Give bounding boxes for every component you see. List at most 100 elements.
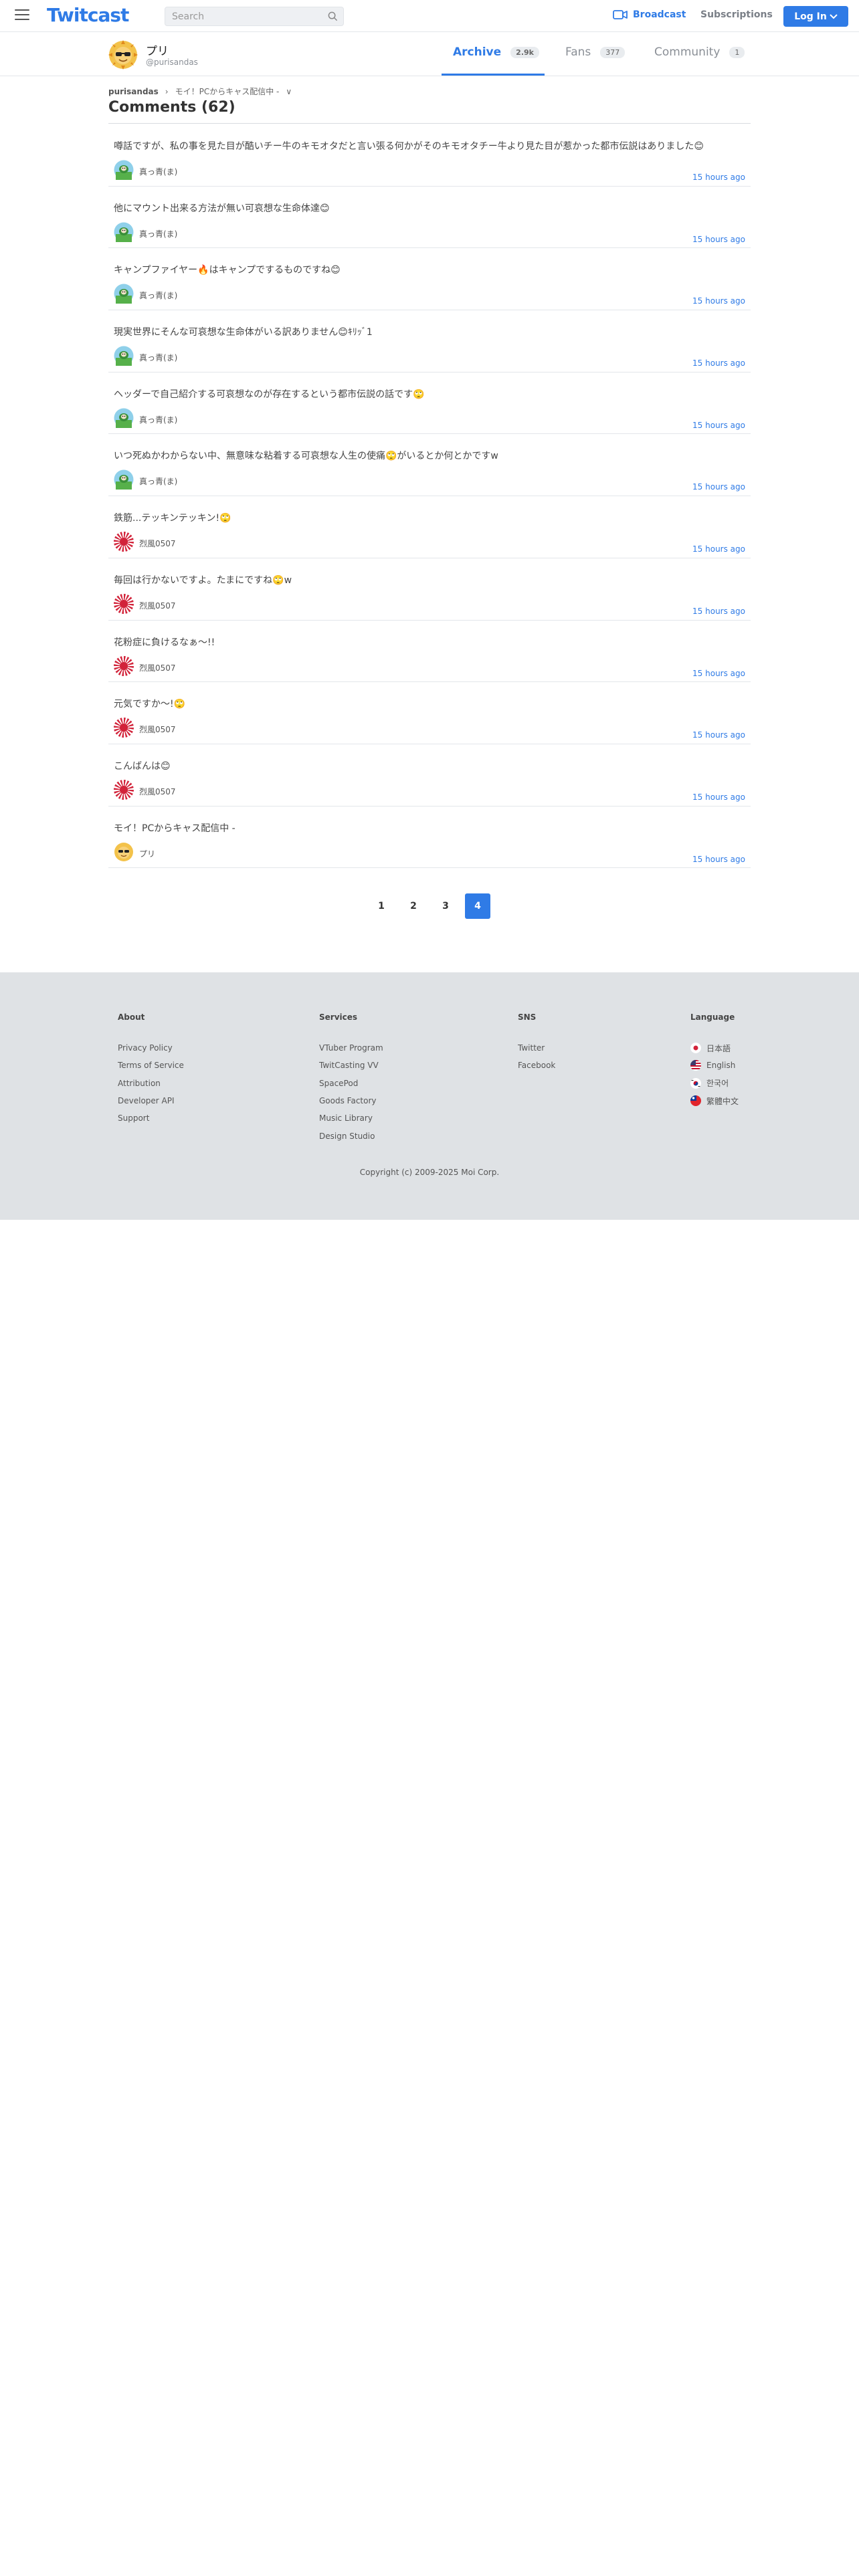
commenter-name[interactable]: 烈風0507	[139, 600, 176, 611]
breadcrumb-dropdown-icon[interactable]: ∨	[286, 87, 292, 96]
commenter-avatar[interactable]	[114, 346, 134, 366]
breadcrumb-user[interactable]: purisandas	[108, 87, 159, 96]
footer-link-about[interactable]: Terms of Service	[118, 1057, 184, 1074]
footer-link-language[interactable]: 한국어	[690, 1075, 739, 1092]
commenter-avatar[interactable]	[114, 532, 134, 552]
search-input[interactable]	[165, 7, 319, 25]
page-button-3[interactable]: 3	[433, 893, 458, 919]
comment-item: 毎回は行かないですよ。たまにですね🙄w 烈風0507 15 hours ago	[108, 558, 751, 621]
footer-link-services[interactable]: VTuber Program	[319, 1039, 383, 1057]
page-button-4[interactable]: 4	[465, 893, 490, 919]
twitcast-logo[interactable]: Twitcast	[47, 4, 129, 26]
tab-archive[interactable]: Archive 2.9k	[453, 45, 539, 59]
footer-link-services[interactable]: Goods Factory	[319, 1092, 383, 1109]
comment-time[interactable]: 15 hours ago	[692, 544, 745, 554]
comment-text: いつ死ぬかわからない中、無意味な粘着する可哀想な人生の使痛🙄がいるとか何とかです…	[114, 451, 498, 462]
tab-community[interactable]: Community 1	[654, 45, 745, 59]
search-box	[165, 7, 344, 26]
commenter-avatar[interactable]	[114, 718, 134, 738]
comment-time[interactable]: 15 hours ago	[692, 296, 745, 306]
footer-link-sns[interactable]: Twitter	[518, 1039, 555, 1057]
commenter-avatar[interactable]	[114, 655, 134, 676]
flag-icon	[690, 1077, 701, 1089]
footer-link-sns[interactable]: Facebook	[518, 1057, 555, 1074]
commenter-avatar[interactable]	[114, 593, 134, 614]
comment-time[interactable]: 15 hours ago	[692, 669, 745, 678]
commenter-avatar[interactable]	[114, 284, 134, 304]
comment-time[interactable]: 15 hours ago	[692, 235, 745, 244]
comment-item: いつ死ぬかわからない中、無意味な粘着する可哀想な人生の使痛🙄がいるとか何とかです…	[108, 434, 751, 497]
footer-language-title: Language	[690, 1012, 735, 1022]
page-button-2[interactable]: 2	[401, 893, 426, 919]
commenter-name[interactable]: 烈風0507	[139, 786, 176, 797]
user-avatar[interactable]	[108, 40, 138, 70]
commenter-name[interactable]: 真っ青(ま)	[139, 228, 177, 239]
chevron-down-icon	[830, 13, 838, 19]
subscriptions-link[interactable]: Subscriptions	[700, 9, 773, 20]
commenter-name[interactable]: 烈風0507	[139, 662, 176, 673]
comment-time[interactable]: 15 hours ago	[692, 421, 745, 430]
tab-fans-label: Fans	[565, 45, 591, 59]
language-label: 日本語	[706, 1043, 731, 1053]
commenter-avatar[interactable]	[114, 160, 134, 180]
commenter-avatar[interactable]	[114, 779, 134, 800]
comment-text: 元気ですか〜!🙄	[114, 699, 186, 710]
login-button[interactable]: Log In	[783, 6, 848, 27]
tab-archive-label: Archive	[453, 45, 502, 59]
commenter-name[interactable]: 真っ青(ま)	[139, 290, 177, 301]
comment-text: 噂話ですが、私の事を見た目が酷いチー牛のキモオタだと言い張る何かがそのキモオタチ…	[114, 141, 704, 152]
comment-text: ヘッダーで自己紹介する可哀想なのが存在するという都市伝説の話です🙄	[114, 389, 425, 400]
comment-time[interactable]: 15 hours ago	[692, 792, 745, 802]
pagination: 1234	[0, 893, 859, 919]
tab-fans[interactable]: Fans 377	[565, 45, 626, 59]
comment-time[interactable]: 15 hours ago	[692, 730, 745, 740]
commenter-avatar[interactable]	[114, 842, 134, 862]
footer-link-language[interactable]: English	[690, 1057, 739, 1074]
footer-link-services[interactable]: SpacePod	[319, 1075, 383, 1092]
footer-link-services[interactable]: TwitCasting VV	[319, 1057, 383, 1074]
comment-item: 花粉症に負けるなぁ〜!! 烈風0507 15 hours ago	[108, 621, 751, 683]
commenter-name[interactable]: 烈風0507	[139, 538, 176, 549]
footer-link-about[interactable]: Support	[118, 1109, 184, 1127]
profile-handle: @purisandas	[146, 58, 198, 67]
comment-text: こんばんは😊	[114, 760, 171, 772]
commenter-name[interactable]: 真っ青(ま)	[139, 475, 177, 487]
comment-time[interactable]: 15 hours ago	[692, 173, 745, 182]
comment-item: ヘッダーで自己紹介する可哀想なのが存在するという都市伝説の話です🙄 真っ青(ま)…	[108, 372, 751, 435]
comment-time[interactable]: 15 hours ago	[692, 358, 745, 368]
tab-community-count: 1	[729, 46, 745, 58]
footer-link-about[interactable]: Privacy Policy	[118, 1039, 184, 1057]
footer-link-about[interactable]: Developer API	[118, 1092, 184, 1109]
search-icon[interactable]	[328, 11, 338, 21]
commenter-avatar[interactable]	[114, 222, 134, 242]
menu-icon[interactable]	[15, 9, 29, 21]
footer-sns: SNS Twitter Facebook	[518, 1012, 555, 1075]
commenter-name[interactable]: 真っ青(ま)	[139, 166, 177, 177]
comment-time[interactable]: 15 hours ago	[692, 482, 745, 492]
commenter-name[interactable]: 烈風0507	[139, 724, 176, 735]
breadcrumb-movie[interactable]: モイ！PCからキャス配信中 -	[175, 86, 280, 97]
footer-link-language[interactable]: 繁體中文	[690, 1092, 739, 1109]
tab-fans-count: 377	[600, 46, 626, 58]
page-button-1[interactable]: 1	[369, 893, 394, 919]
language-label: 繁體中文	[706, 1096, 739, 1106]
comment-text: 鉄筋...テッキンテッキン!🙄	[114, 513, 231, 524]
commenter-avatar[interactable]	[114, 408, 134, 428]
commenter-name[interactable]: 真っ青(ま)	[139, 352, 177, 363]
comment-item: 鉄筋...テッキンテッキン!🙄 烈風0507 15 hours ago	[108, 496, 751, 558]
commenter-avatar[interactable]	[114, 469, 134, 490]
comment-time[interactable]: 15 hours ago	[692, 855, 745, 864]
comment-text: 花粉症に負けるなぁ〜!!	[114, 637, 215, 648]
footer-link-services[interactable]: Music Library	[319, 1109, 383, 1127]
profile-name[interactable]: プリ	[146, 41, 169, 58]
footer-link-about[interactable]: Attribution	[118, 1075, 184, 1092]
footer-link-services[interactable]: Design Studio	[319, 1127, 383, 1144]
broadcast-button[interactable]: Broadcast	[613, 9, 686, 20]
comment-time[interactable]: 15 hours ago	[692, 607, 745, 616]
breadcrumb-separator: ›	[165, 86, 169, 96]
footer-link-language[interactable]: 日本語	[690, 1039, 739, 1057]
commenter-name[interactable]: プリ	[139, 848, 155, 859]
flag-icon	[690, 1043, 701, 1054]
commenter-name[interactable]: 真っ青(ま)	[139, 414, 177, 425]
comment-item: こんばんは😊 烈風0507 15 hours ago	[108, 744, 751, 807]
